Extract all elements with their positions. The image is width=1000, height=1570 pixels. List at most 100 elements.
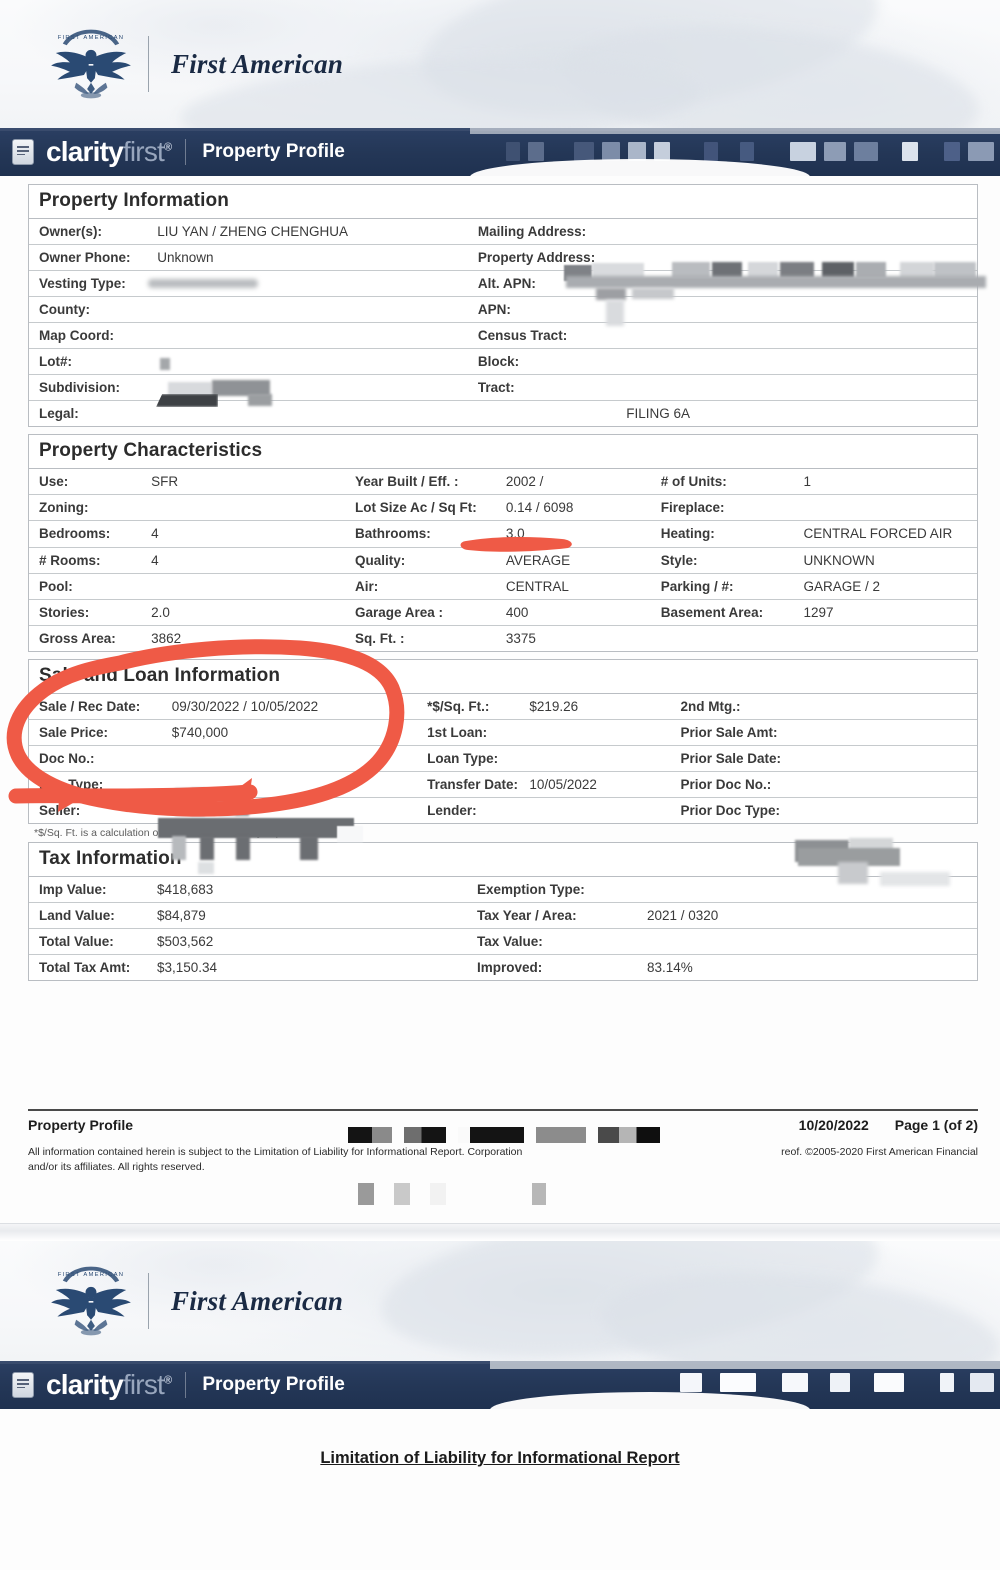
field-label: Pool:: [29, 573, 142, 600]
field-value: [803, 719, 977, 746]
redaction-block: [458, 1126, 524, 1143]
footer-copyright: reof. ©2005-2020 First American Financia…: [781, 1145, 978, 1158]
redaction-block: [532, 1182, 546, 1205]
field-label: *$/Sq. Ft.:: [417, 693, 520, 720]
field-label: Vesting Type:: [29, 270, 148, 297]
field-label: Tract:: [467, 374, 617, 401]
footer-date: 10/20/2022: [798, 1116, 869, 1133]
section-tax-information: Tax Information Imp Value: $418,683 Exem…: [28, 841, 978, 981]
redaction-block: [404, 1126, 446, 1143]
appbar-curve-decoration: [470, 159, 810, 176]
clarityfirst-logo-clarity: clarity: [46, 1369, 124, 1401]
field-value: 3.0: [495, 520, 651, 548]
table-row: Total Value: $503,562 Tax Value:: [29, 928, 977, 955]
field-label: # Rooms:: [29, 547, 142, 574]
field-label: Stories:: [29, 599, 142, 626]
field-label: Imp Value:: [29, 876, 147, 903]
table-row: Bedrooms: 4 Bathrooms: 3.0 Heating: CENT…: [29, 520, 977, 548]
field-value: CENTRAL: [495, 573, 651, 600]
redaction-block: [602, 142, 620, 161]
redaction-block: [720, 1373, 756, 1393]
redaction-block: [536, 1126, 586, 1143]
redaction-block: [944, 142, 960, 161]
field-value: $3,150.34: [157, 959, 218, 975]
appbar-curve-decoration: [490, 1392, 810, 1410]
table-row: Doc No.: Loan Type: Prior Sale Date:: [29, 745, 977, 772]
appbar-redaction-group-page2: [680, 1373, 994, 1393]
field-label: Prior Sale Date:: [670, 745, 804, 772]
table-row: Owner(s): LIU YAN / ZHENG CHENGHUA Maili…: [29, 219, 977, 245]
field-value: 09/30/2022 / 10/05/2022: [161, 693, 418, 720]
field-label: Exemption Type:: [467, 876, 637, 903]
field-value: [162, 797, 417, 823]
redaction-block: [506, 142, 520, 161]
field-label: Total Value:: [29, 928, 147, 955]
field-value: Unknown: [147, 244, 468, 271]
field-value: [616, 244, 977, 271]
footer-disclaimer: All information contained herein is subj…: [28, 1145, 523, 1174]
field-label: Quality:: [344, 547, 496, 574]
table-row: Total Tax Amt: $3,150.34 Improved: 83.14…: [29, 954, 977, 980]
report-body: Property Information Owner(s): LIU YAN /…: [0, 176, 1000, 981]
table-row: Vesting Type: Alt. APN:: [29, 270, 977, 297]
eagle-logo-icon: FIRST AMERICAN: [51, 1266, 131, 1336]
field-value: 0.14 / 6098: [495, 494, 651, 521]
field-label: Sale / Rec Date:: [29, 693, 162, 720]
field-value: [616, 219, 977, 245]
page-footer: Property Profile 10/20/2022 Page 1 (of 2…: [28, 1108, 978, 1205]
footer-redaction-group: [348, 1126, 660, 1143]
field-label: Block:: [467, 348, 617, 375]
field-label: Transfer Date:: [417, 771, 520, 798]
redaction-block: [394, 1182, 410, 1205]
field-label: Basement Area:: [650, 599, 794, 626]
field-value: [161, 745, 418, 772]
redaction-block: [740, 142, 754, 161]
appbar-divider: [185, 1372, 187, 1399]
field-value: [147, 270, 468, 297]
redaction-block: [902, 142, 918, 161]
logo-divider: [148, 36, 149, 92]
table-row: Gross Area: 3862 Sq. Ft. : 3375: [29, 625, 977, 651]
clarityfirst-logo-page2: clarityfirst®: [46, 1369, 172, 1401]
field-value: [161, 771, 418, 798]
field-label: Gross Area:: [39, 630, 116, 646]
field-label: Use:: [29, 469, 142, 495]
field-value: 1297: [793, 599, 977, 626]
appbar-title: Property Profile: [202, 141, 345, 162]
page2-heading: Limitation of Liability for Informationa…: [320, 1449, 680, 1468]
field-value: [519, 797, 670, 823]
field-label: Prior Doc Type:: [680, 802, 781, 818]
field-value: UNKNOWN: [793, 547, 977, 574]
field-value: 400: [495, 599, 651, 626]
field-label: Garage Area :: [344, 599, 496, 626]
field-label: Property Address:: [467, 244, 617, 271]
table-row: Land Value: $84,879 Tax Year / Area: 202…: [29, 902, 977, 929]
clarityfirst-logo-clarity: clarity: [46, 136, 124, 167]
field-value: 83.14%: [647, 959, 693, 975]
field-label: Heating:: [650, 520, 794, 548]
field-label: Fireplace:: [650, 494, 794, 521]
field-label: Bathrooms:: [344, 520, 496, 548]
svg-text:FIRST AMERICAN: FIRST AMERICAN: [58, 35, 125, 41]
field-value: [147, 374, 468, 401]
field-value: [803, 797, 977, 823]
section-property-information: Property Information Owner(s): LIU YAN /…: [28, 184, 978, 427]
field-value: LIU YAN / ZHENG CHENGHUA: [147, 219, 468, 245]
field-value: [616, 270, 977, 297]
field-value: GARAGE / 2: [793, 573, 977, 600]
table-row: Lot#: Block:: [29, 348, 977, 375]
field-label: Parking / #:: [650, 573, 794, 600]
field-label: Doc Type:: [29, 771, 162, 798]
field-value: 10/05/2022: [519, 771, 671, 798]
field-label: Year Built / Eff. :: [344, 469, 496, 495]
field-value: $418,683: [147, 876, 467, 903]
field-value: 1: [793, 469, 977, 495]
field-label: Subdivision:: [29, 374, 148, 401]
document-page: FIRST AMERICAN First American clarityfir…: [0, 0, 1000, 1570]
redaction-block: [528, 142, 544, 161]
brand-name: First American: [171, 48, 344, 79]
field-value: [637, 876, 977, 903]
field-label: Total Tax Amt:: [39, 959, 131, 975]
field-label: APN:: [467, 296, 617, 323]
brand-header-band: FIRST AMERICAN First American: [0, 0, 1000, 128]
